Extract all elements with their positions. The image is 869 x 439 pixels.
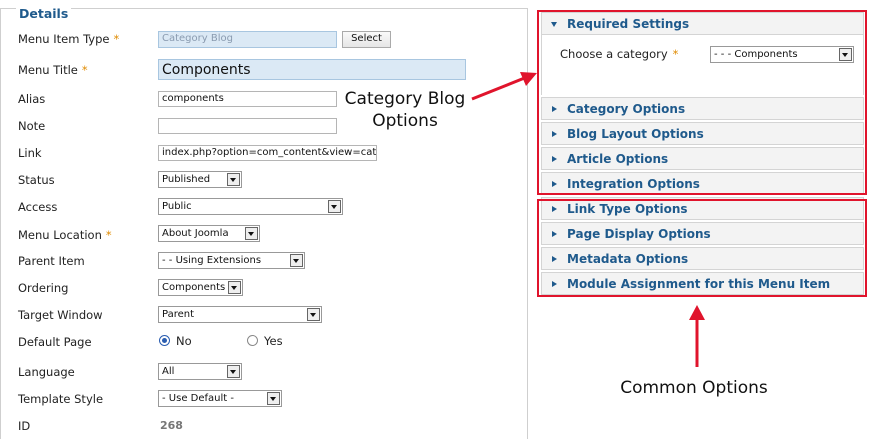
arrow-to-common-options: [689, 305, 705, 367]
annotation-arrows: [471, 72, 705, 367]
arrow-to-category-options: [471, 72, 537, 101]
